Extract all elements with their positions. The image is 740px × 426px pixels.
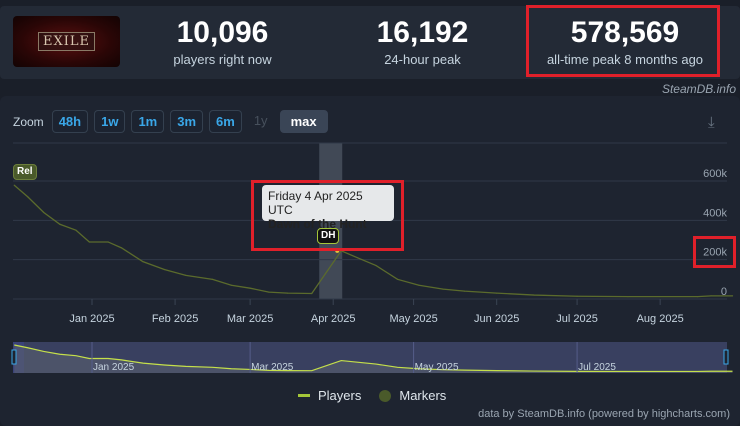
footer-credit[interactable]: data by SteamDB.info (powered by highcha…	[478, 408, 730, 420]
legend: Players Markers	[298, 388, 446, 403]
data-point	[13, 184, 15, 186]
data-point	[396, 278, 399, 280]
marker-release[interactable]: Rel	[13, 164, 37, 180]
navigator-tick-label: Mar 2025	[251, 362, 294, 373]
data-point	[442, 288, 444, 290]
data-point	[120, 247, 123, 249]
data-point	[710, 295, 712, 297]
data-point	[59, 223, 61, 225]
data-point	[249, 287, 251, 289]
data-point	[107, 241, 109, 243]
data-point	[268, 291, 270, 293]
data-point	[185, 274, 187, 276]
navigator-tick-label: May 2025	[415, 362, 459, 373]
data-point	[697, 296, 699, 298]
data-point	[88, 241, 90, 243]
navigator-tick-label: Jan 2025	[93, 362, 135, 373]
y-tick-label: 600k	[703, 168, 727, 180]
data-point	[463, 290, 466, 292]
x-tick-label: Jan 2025	[69, 313, 114, 325]
data-point	[627, 296, 629, 298]
data-point	[163, 268, 165, 271]
data-point	[496, 292, 498, 294]
data-point	[576, 295, 578, 297]
data-point	[27, 196, 29, 198]
data-point	[731, 295, 734, 297]
x-tick-label: Feb 2025	[152, 313, 198, 325]
data-point	[212, 278, 214, 280]
data-point	[43, 211, 45, 214]
data-point	[375, 264, 377, 267]
legend-markers[interactable]: Markers	[399, 388, 446, 403]
tooltip-highlight-box	[251, 180, 404, 251]
data-point	[418, 284, 420, 286]
x-tick-label: Mar 2025	[227, 313, 273, 325]
data-point	[356, 257, 358, 259]
x-tick-label: Apr 2025	[311, 313, 356, 325]
data-point	[142, 261, 144, 263]
navigator-handle-right[interactable]	[723, 349, 729, 365]
x-tick-label: May 2025	[389, 313, 437, 325]
data-point	[75, 229, 77, 231]
data-point	[311, 292, 313, 295]
data-point	[287, 292, 289, 294]
x-tick-label: Jun 2025	[474, 313, 519, 325]
navigator-tick-label: Jul 2025	[578, 362, 616, 373]
data-point	[533, 294, 535, 296]
axis-highlight-box	[693, 236, 736, 268]
navigator-handle-left[interactable]	[11, 349, 17, 365]
data-point	[230, 284, 232, 286]
legend-players[interactable]: Players	[318, 388, 361, 403]
x-tick-label: Jul 2025	[556, 313, 598, 325]
legend-players-swatch	[298, 394, 310, 397]
y-tick-label: 400k	[703, 207, 727, 219]
legend-markers-swatch	[379, 389, 392, 402]
x-tick-label: Aug 2025	[637, 313, 684, 325]
